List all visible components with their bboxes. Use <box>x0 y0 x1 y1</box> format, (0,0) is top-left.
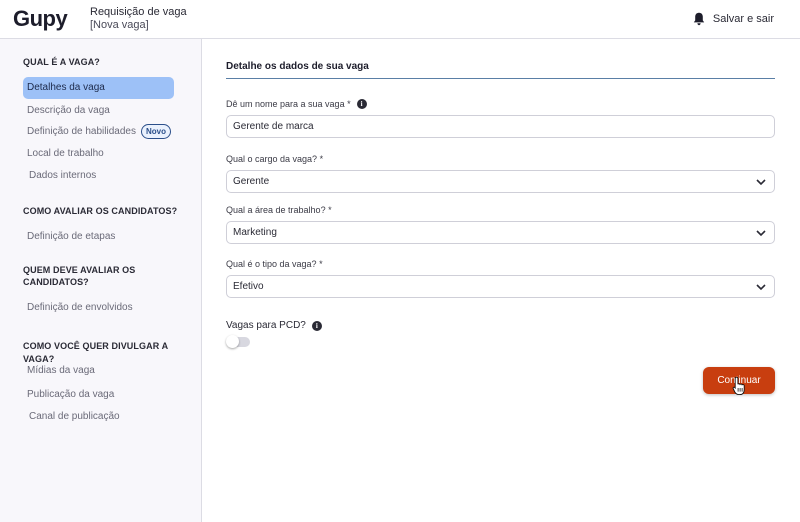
job-role-label: Qual o cargo da vaga? * <box>226 154 324 164</box>
bell-icon <box>693 12 705 26</box>
gupy-logo[interactable]: Gupy <box>13 6 68 32</box>
job-name-label-text: Dê um nome para a sua vaga * <box>226 99 351 109</box>
info-icon[interactable]: i <box>311 320 322 331</box>
sidebar-item-canal-de-publicacao[interactable]: Canal de publicação <box>25 406 176 428</box>
sidebar-item-dados-internos[interactable]: Dados internos <box>25 165 176 187</box>
sidebar-section-title: QUAL É A VAGA? <box>23 57 100 67</box>
new-badge: Novo <box>141 124 171 139</box>
work-area-label: Qual a área de trabalho? * <box>226 205 332 215</box>
sidebar-item-definicao-de-envolvidos[interactable]: Definição de envolvidos <box>23 297 174 319</box>
pcd-label-text: Vagas para PCD? <box>226 320 306 331</box>
sidebar-section-title-line2: CANDIDATOS? <box>23 277 89 287</box>
page-title: Requisição de vaga <box>90 6 187 18</box>
chevron-down-icon <box>756 284 766 291</box>
sidebar-item-local-de-trabalho[interactable]: Local de trabalho <box>23 143 174 165</box>
sidebar-section-title: COMO AVALIAR OS CANDIDATOS? <box>23 206 178 216</box>
sidebar-item-publicacao-da-vaga[interactable]: Publicação da vaga <box>23 384 174 406</box>
sidebar-item-descricao-da-vaga[interactable]: Descrição da vaga <box>23 100 174 122</box>
toggle-knob <box>226 335 239 348</box>
sidebar: QUAL É A VAGA? Detalhes da vaga Descriçã… <box>0 39 202 522</box>
main-content: Detalhe os dados de sua vaga Dê um nome … <box>203 39 800 522</box>
section-heading: Detalhe os dados de sua vaga <box>226 61 775 79</box>
job-type-select[interactable]: Efetivo <box>226 275 775 298</box>
sidebar-item-midias-da-vaga[interactable]: Mídias da vaga <box>23 360 174 382</box>
pcd-label: Vagas para PCD? i <box>226 320 322 331</box>
job-role-select[interactable]: Gerente <box>226 170 775 193</box>
work-area-value: Marketing <box>233 227 277 238</box>
save-exit-button[interactable]: Salvar e sair <box>693 10 774 28</box>
save-exit-label: Salvar e sair <box>712 13 774 25</box>
work-area-select[interactable]: Marketing <box>226 221 775 244</box>
chevron-down-icon <box>756 230 766 237</box>
chevron-down-icon <box>756 179 766 186</box>
hand-pointer-icon <box>732 376 745 396</box>
job-role-value: Gerente <box>233 176 270 187</box>
top-header: Gupy Requisição de vaga [Nova vaga] Salv… <box>0 0 800 39</box>
pcd-toggle[interactable] <box>226 335 250 348</box>
job-type-value: Efetivo <box>233 281 264 292</box>
sidebar-item-definicao-de-etapas[interactable]: Definição de etapas <box>23 226 174 248</box>
job-name-label: Dê um nome para a sua vaga * i <box>226 99 367 109</box>
job-name-input[interactable]: Gerente de marca <box>226 115 775 138</box>
page-subtitle: [Nova vaga] <box>90 19 149 31</box>
info-icon[interactable]: i <box>356 99 367 109</box>
sidebar-item-detalhes-da-vaga[interactable]: Detalhes da vaga <box>23 77 174 99</box>
job-type-label: Qual é o tipo da vaga? * <box>226 259 323 269</box>
